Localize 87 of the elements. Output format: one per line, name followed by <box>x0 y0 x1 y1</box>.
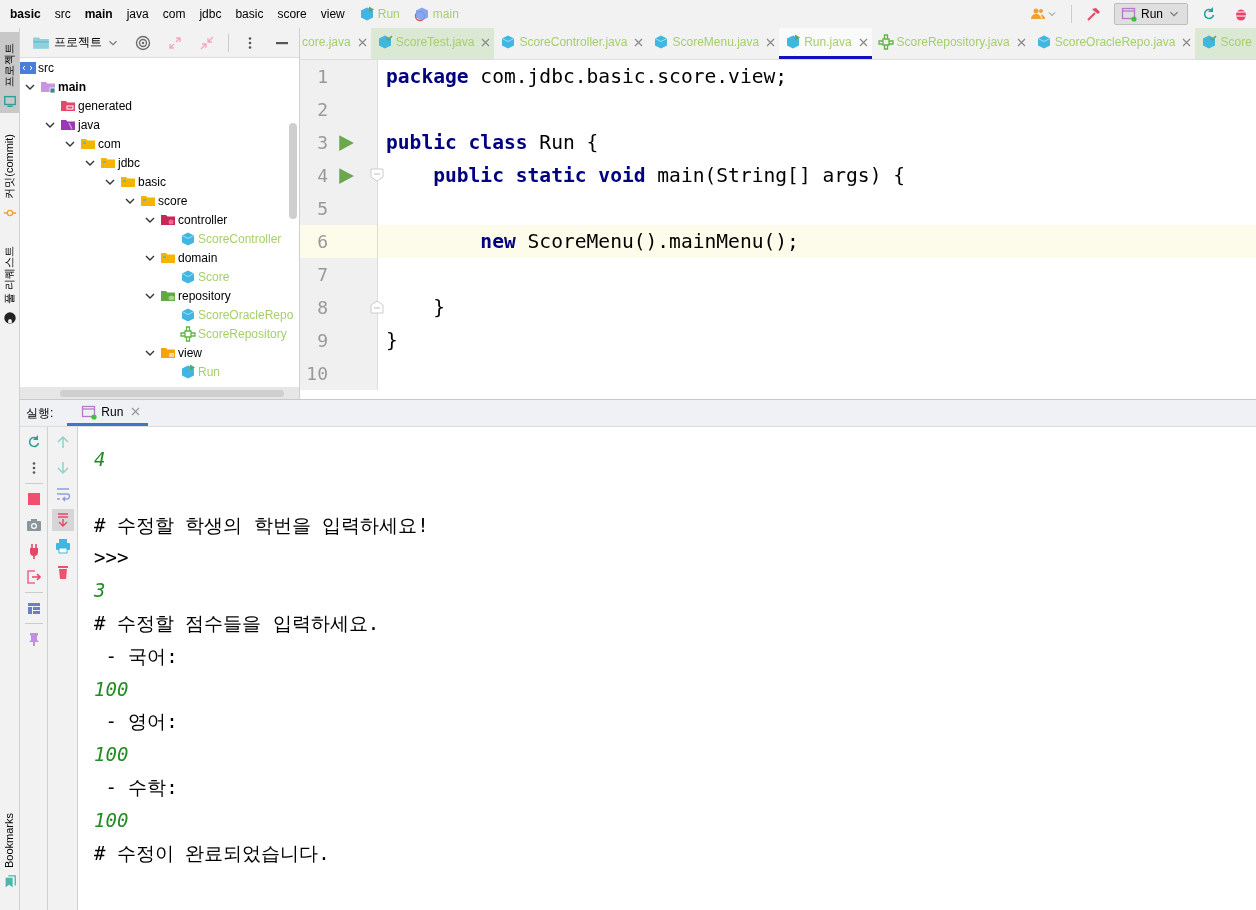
code-folder-icon <box>20 59 36 76</box>
line-number: 4 <box>316 165 328 186</box>
tree-item[interactable]: jdbc <box>118 155 140 170</box>
interface-icon <box>180 325 196 342</box>
run-icon[interactable] <box>337 166 355 185</box>
window-icon <box>81 403 98 420</box>
line-number: 1 <box>316 66 328 87</box>
line-number: 10 <box>305 363 328 384</box>
panel-title: 프로젝트 <box>54 34 102 51</box>
breadcrumb-item[interactable]: score <box>277 7 307 21</box>
console-text: - 수학: <box>104 774 178 800</box>
class-icon <box>500 34 517 50</box>
breadcrumb-item[interactable]: java <box>126 7 149 21</box>
close-icon[interactable] <box>481 37 491 47</box>
run-tab[interactable]: Run <box>67 400 149 426</box>
breadcrumb-item[interactable]: basic <box>235 7 264 21</box>
class-run-icon <box>358 6 375 22</box>
run-icon[interactable] <box>337 133 355 152</box>
tree-item[interactable]: src <box>38 60 54 75</box>
code-line: new ScoreMenu().mainMenu(); <box>479 230 799 253</box>
typed-text: 4 <box>94 447 106 472</box>
typed-text: 3 <box>94 578 106 604</box>
class-icon <box>180 230 196 247</box>
class-icon <box>180 306 196 323</box>
tree-item[interactable]: java <box>78 117 100 132</box>
class-run-icon <box>180 363 196 380</box>
tree-item[interactable]: controller <box>178 212 228 227</box>
code-line: } <box>432 296 445 319</box>
breadcrumb-item[interactable]: src <box>54 7 71 21</box>
monitor-icon <box>2 94 17 108</box>
run-config-dropdown[interactable]: Run <box>1114 3 1188 25</box>
tree-item[interactable]: domain <box>178 250 218 265</box>
tool-window-tab[interactable]: 프로젝트 <box>0 32 19 113</box>
line-number: 2 <box>316 99 328 120</box>
people-icon <box>1030 6 1046 22</box>
close-icon[interactable] <box>1182 37 1192 47</box>
breadcrumb-item[interactable]: jdbc <box>199 7 222 21</box>
class-test-icon <box>1201 34 1218 50</box>
class-run-icon <box>785 34 802 50</box>
close-icon[interactable] <box>357 37 367 47</box>
code-line: package com.jdbc.basic.score.view; <box>385 65 788 88</box>
close-icon[interactable] <box>1016 37 1026 47</box>
close-icon[interactable] <box>766 37 776 47</box>
line-number: 5 <box>316 198 328 219</box>
line-number: 9 <box>316 330 328 351</box>
console-text: - 국어: <box>104 643 178 669</box>
line-number: 8 <box>316 297 328 318</box>
console-text: - 영어: <box>104 709 178 735</box>
console-text: # 수정할 학생의 학번을 입력하세요! <box>94 512 429 538</box>
typed-text: 100 <box>94 807 129 833</box>
typed-text: 100 <box>94 676 129 702</box>
tool-window-tab[interactable]: 풀 리퀘스트 <box>0 234 19 330</box>
console-text: # 수정할 점수들을 입력하세요. <box>94 611 380 636</box>
tree-item[interactable]: generated <box>78 98 133 113</box>
scroll-to-end-icon[interactable] <box>51 509 74 531</box>
scrollbar[interactable] <box>289 123 297 219</box>
line-number: 6 <box>316 231 328 252</box>
tool-window-tab[interactable]: Bookmarks <box>0 801 19 894</box>
breadcrumb-item[interactable]: basic <box>10 7 41 21</box>
console-text: # 수정이 완료되었습니다. <box>94 840 330 866</box>
code-line: public static void main(String[] args) { <box>432 164 906 187</box>
breadcrumb-item[interactable]: main <box>84 7 113 21</box>
line-number: 3 <box>316 132 328 153</box>
tree-item[interactable]: main <box>58 79 86 94</box>
close-icon[interactable] <box>634 37 644 47</box>
panel-label: 실행: <box>26 404 54 422</box>
breadcrumb-item[interactable]: com <box>162 7 186 21</box>
typed-text: 100 <box>94 742 129 768</box>
code-line: public class Run { <box>385 131 599 154</box>
line-number: 7 <box>316 264 328 285</box>
code-line: } <box>385 329 398 352</box>
tree-item[interactable]: score <box>158 193 188 208</box>
close-icon[interactable] <box>131 407 141 416</box>
console-text: >>> <box>94 545 129 571</box>
tree-item[interactable]: view <box>178 345 202 360</box>
window-icon <box>1121 6 1137 22</box>
tree-item[interactable]: basic <box>138 174 166 189</box>
class-icon <box>180 268 196 285</box>
class-icon <box>1035 34 1052 50</box>
tree-item[interactable]: repository <box>178 288 231 303</box>
tree-item[interactable]: com <box>98 136 121 151</box>
close-icon[interactable] <box>858 37 868 47</box>
class-icon <box>653 34 670 50</box>
class-test-icon <box>376 34 393 50</box>
interface-icon <box>877 34 894 50</box>
breadcrumb-item[interactable]: view <box>320 7 345 21</box>
tool-window-tab[interactable]: 커밋(commit) <box>0 123 19 225</box>
